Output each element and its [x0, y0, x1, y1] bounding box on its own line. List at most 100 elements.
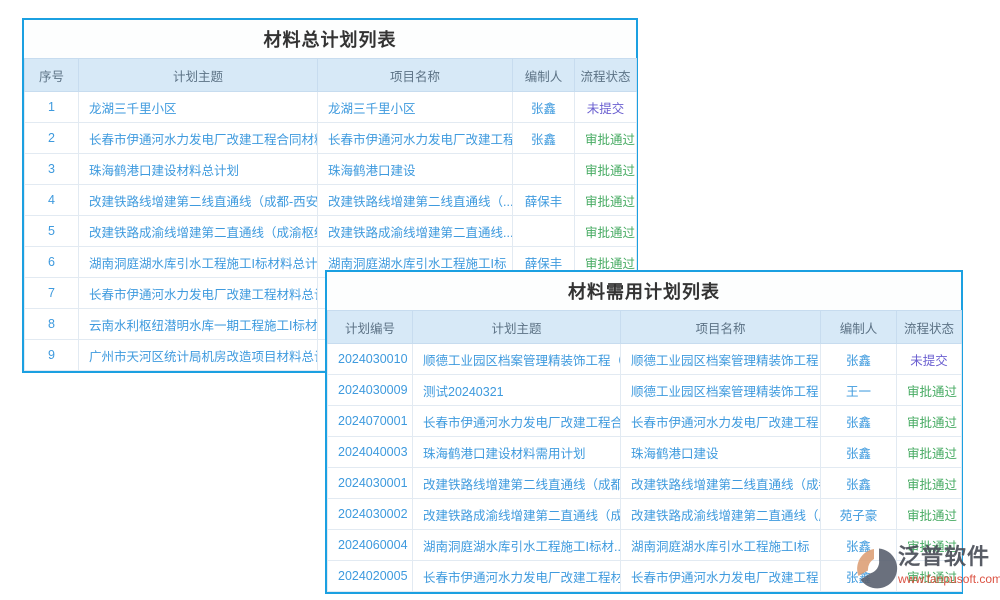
- cell-subject[interactable]: 长春市伊通河水力发电厂改建工程合...: [413, 406, 621, 437]
- cell-subject[interactable]: 改建铁路成渝线增建第二直通线（成...: [413, 499, 621, 530]
- cell-status: 审批通过: [575, 154, 637, 185]
- cell-project[interactable]: 长春市伊通河水力发电厂改建工程: [621, 561, 821, 592]
- cell-creator: [513, 154, 575, 185]
- table-row[interactable]: 1龙湖三千里小区龙湖三千里小区张鑫未提交: [25, 92, 637, 123]
- cell-project[interactable]: 湖南洞庭湖水库引水工程施工I标: [621, 530, 821, 561]
- cell-number[interactable]: 2024030009: [328, 375, 413, 406]
- cell-creator[interactable]: 张鑫: [821, 530, 897, 561]
- cell-no: 6: [25, 247, 79, 278]
- column-header-no: 序号: [25, 59, 79, 92]
- column-header-subject: 计划主题: [79, 59, 318, 92]
- cell-subject[interactable]: 改建铁路线增建第二线直通线（成都-西安）...: [79, 185, 318, 216]
- cell-project[interactable]: 改建铁路成渝线增建第二直通线...: [318, 216, 513, 247]
- cell-project[interactable]: 龙湖三千里小区: [318, 92, 513, 123]
- cell-creator[interactable]: 张鑫: [821, 344, 897, 375]
- cell-status: 审批通过: [897, 375, 962, 406]
- table-row[interactable]: 2024030001改建铁路线增建第二线直通线（成都...改建铁路线增建第二线直…: [328, 468, 962, 499]
- table-row[interactable]: 2024030009测试20240321顺德工业园区档案管理精装饰工程（...王…: [328, 375, 962, 406]
- cell-status: 审批通过: [575, 216, 637, 247]
- column-header-status: 流程状态: [897, 311, 962, 344]
- table-row[interactable]: 2024070001长春市伊通河水力发电厂改建工程合...长春市伊通河水力发电厂…: [328, 406, 962, 437]
- cell-status: 审批通过: [575, 123, 637, 154]
- table-row[interactable]: 2024040003珠海鹤港口建设材料需用计划珠海鹤港口建设张鑫审批通过: [328, 437, 962, 468]
- cell-subject[interactable]: 改建铁路线增建第二线直通线（成都...: [413, 468, 621, 499]
- cell-status: 审批通过: [897, 406, 962, 437]
- cell-subject[interactable]: 湖南洞庭湖水库引水工程施工I标材料总计划: [79, 247, 318, 278]
- material-requirement-plan-table: 计划编号 计划主题 项目名称 编制人 流程状态 2024030010顺德工业园区…: [327, 310, 962, 592]
- column-header-status: 流程状态: [575, 59, 637, 92]
- cell-number[interactable]: 2024070001: [328, 406, 413, 437]
- cell-project[interactable]: 改建铁路线增建第二线直通线（成都...: [621, 468, 821, 499]
- cell-number[interactable]: 2024020005: [328, 561, 413, 592]
- cell-no: 9: [25, 340, 79, 371]
- cell-creator: [513, 216, 575, 247]
- cell-number[interactable]: 2024060004: [328, 530, 413, 561]
- table-row[interactable]: 2024030002改建铁路成渝线增建第二直通线（成...改建铁路成渝线增建第二…: [328, 499, 962, 530]
- cell-creator[interactable]: 王一: [821, 375, 897, 406]
- cell-project[interactable]: 长春市伊通河水力发电厂改建工程: [621, 406, 821, 437]
- table-row[interactable]: 4改建铁路线增建第二线直通线（成都-西安）...改建铁路线增建第二线直通线（..…: [25, 185, 637, 216]
- cell-no: 1: [25, 92, 79, 123]
- cell-creator[interactable]: 张鑫: [513, 123, 575, 154]
- column-header-creator: 编制人: [821, 311, 897, 344]
- table-row[interactable]: 2024020005长春市伊通河水力发电厂改建工程材...长春市伊通河水力发电厂…: [328, 561, 962, 592]
- cell-creator[interactable]: 张鑫: [821, 468, 897, 499]
- column-header-subject: 计划主题: [413, 311, 621, 344]
- column-header-creator: 编制人: [513, 59, 575, 92]
- table-row[interactable]: 3珠海鹤港口建设材料总计划珠海鹤港口建设 审批通过: [25, 154, 637, 185]
- cell-status: 未提交: [575, 92, 637, 123]
- table-row[interactable]: 2长春市伊通河水力发电厂改建工程合同材料...长春市伊通河水力发电厂改建工程张鑫…: [25, 123, 637, 154]
- cell-subject[interactable]: 改建铁路成渝线增建第二直通线（成渝枢纽...: [79, 216, 318, 247]
- cell-creator[interactable]: 张鑫: [513, 92, 575, 123]
- cell-no: 8: [25, 309, 79, 340]
- cell-creator[interactable]: 苑子豪: [821, 499, 897, 530]
- cell-status: 审批通过: [575, 185, 637, 216]
- cell-subject[interactable]: 广州市天河区统计局机房改造项目材料总计划: [79, 340, 318, 371]
- material-total-plan-title: 材料总计划列表: [24, 20, 636, 58]
- table-row[interactable]: 5改建铁路成渝线增建第二直通线（成渝枢纽...改建铁路成渝线增建第二直通线...…: [25, 216, 637, 247]
- table-row[interactable]: 2024060004湖南洞庭湖水库引水工程施工I标材...湖南洞庭湖水库引水工程…: [328, 530, 962, 561]
- cell-subject[interactable]: 测试20240321: [413, 375, 621, 406]
- cell-no: 4: [25, 185, 79, 216]
- cell-subject[interactable]: 珠海鹤港口建设材料需用计划: [413, 437, 621, 468]
- cell-no: 7: [25, 278, 79, 309]
- cell-number[interactable]: 2024040003: [328, 437, 413, 468]
- cell-subject[interactable]: 长春市伊通河水力发电厂改建工程材料总计划: [79, 278, 318, 309]
- table-header-row: 计划编号 计划主题 项目名称 编制人 流程状态: [328, 311, 962, 344]
- cell-number[interactable]: 2024030001: [328, 468, 413, 499]
- cell-creator[interactable]: 张鑫: [821, 561, 897, 592]
- cell-subject[interactable]: 云南水利枢纽潜明水库一期工程施工I标材料...: [79, 309, 318, 340]
- table-row[interactable]: 2024030010顺德工业园区档案管理精装饰工程（...顺德工业园区档案管理精…: [328, 344, 962, 375]
- cell-no: 3: [25, 154, 79, 185]
- cell-status: 审批通过: [897, 437, 962, 468]
- cell-subject[interactable]: 湖南洞庭湖水库引水工程施工I标材...: [413, 530, 621, 561]
- cell-subject[interactable]: 珠海鹤港口建设材料总计划: [79, 154, 318, 185]
- cell-no: 2: [25, 123, 79, 154]
- cell-creator[interactable]: 张鑫: [821, 437, 897, 468]
- column-header-project: 项目名称: [318, 59, 513, 92]
- cell-subject[interactable]: 顺德工业园区档案管理精装饰工程（...: [413, 344, 621, 375]
- cell-status: 审批通过: [897, 468, 962, 499]
- column-header-number: 计划编号: [328, 311, 413, 344]
- cell-subject[interactable]: 长春市伊通河水力发电厂改建工程合同材料...: [79, 123, 318, 154]
- cell-status: 审批通过: [897, 561, 962, 592]
- cell-status: 未提交: [897, 344, 962, 375]
- cell-number[interactable]: 2024030010: [328, 344, 413, 375]
- cell-creator[interactable]: 张鑫: [821, 406, 897, 437]
- cell-number[interactable]: 2024030002: [328, 499, 413, 530]
- column-header-project: 项目名称: [621, 311, 821, 344]
- cell-project[interactable]: 珠海鹤港口建设: [318, 154, 513, 185]
- cell-status: 审批通过: [897, 530, 962, 561]
- cell-subject[interactable]: 龙湖三千里小区: [79, 92, 318, 123]
- cell-project[interactable]: 顺德工业园区档案管理精装饰工程（...: [621, 375, 821, 406]
- cell-project[interactable]: 改建铁路线增建第二线直通线（...: [318, 185, 513, 216]
- cell-project[interactable]: 顺德工业园区档案管理精装饰工程（...: [621, 344, 821, 375]
- cell-project[interactable]: 长春市伊通河水力发电厂改建工程: [318, 123, 513, 154]
- table-header-row: 序号 计划主题 项目名称 编制人 流程状态: [25, 59, 637, 92]
- cell-creator[interactable]: 薛保丰: [513, 185, 575, 216]
- cell-project[interactable]: 珠海鹤港口建设: [621, 437, 821, 468]
- cell-project[interactable]: 改建铁路成渝线增建第二直通线（成...: [621, 499, 821, 530]
- cell-status: 审批通过: [897, 499, 962, 530]
- material-requirement-plan-window: 材料需用计划列表 计划编号 计划主题 项目名称 编制人 流程状态 2024030…: [325, 270, 963, 594]
- cell-subject[interactable]: 长春市伊通河水力发电厂改建工程材...: [413, 561, 621, 592]
